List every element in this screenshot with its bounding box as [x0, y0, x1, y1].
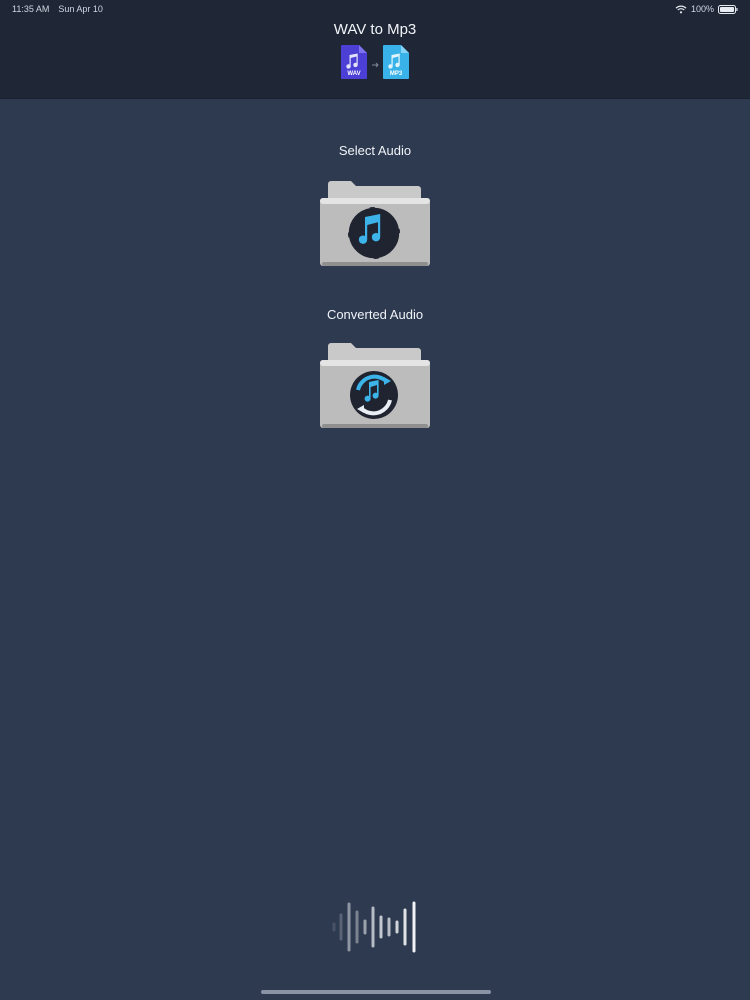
- audio-waveform-icon: [330, 900, 420, 954]
- convert-arrow-icon: [370, 57, 380, 68]
- mp3-badge-label: MP3: [389, 71, 403, 77]
- mp3-file-icon: MP3: [382, 44, 410, 80]
- status-time: 11:35 AM: [12, 4, 50, 14]
- converted-audio-label: Converted Audio: [326, 307, 424, 322]
- app-title: WAV to Mp3: [333, 21, 417, 38]
- status-date: Sun Apr 10: [58, 4, 103, 14]
- select-audio-button[interactable]: [318, 178, 432, 270]
- wav-file-icon: WAV: [340, 44, 368, 80]
- music-note-folder-icon: [320, 181, 430, 266]
- wifi-icon: [675, 5, 687, 14]
- convert-music-folder-icon: [320, 343, 430, 428]
- converted-audio-button[interactable]: [318, 340, 432, 432]
- battery-percent: 100%: [690, 4, 714, 14]
- home-indicator[interactable]: [261, 990, 491, 994]
- wav-badge-label: WAV: [347, 71, 361, 77]
- select-audio-label: Select Audio: [338, 143, 412, 158]
- status-bar: 11:35 AM Sun Apr 10 100%: [0, 0, 750, 18]
- battery-icon: [718, 4, 738, 14]
